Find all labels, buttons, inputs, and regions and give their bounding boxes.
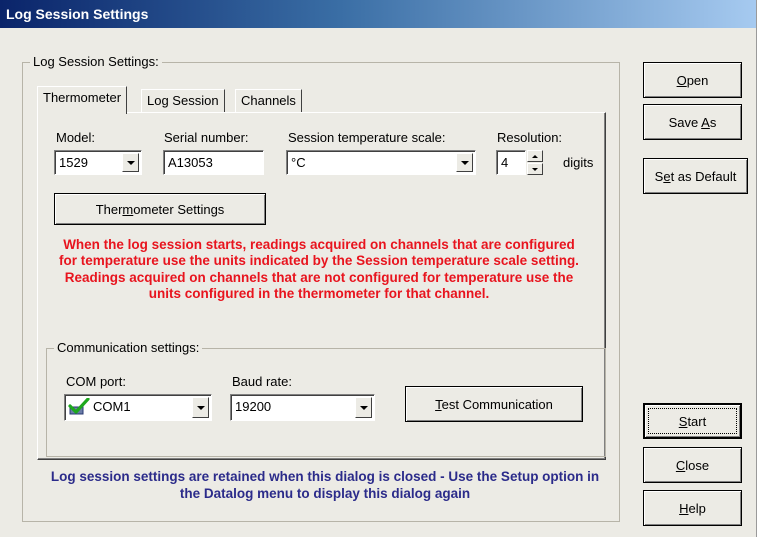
baud-rate-select[interactable]: 19200 bbox=[230, 394, 375, 421]
close-button[interactable]: Close bbox=[643, 447, 742, 483]
green-checkmark-icon bbox=[68, 398, 90, 415]
button-label: Test Communication bbox=[435, 396, 553, 412]
tab-label: Log Session bbox=[147, 93, 219, 108]
model-value: 1529 bbox=[59, 155, 88, 170]
digits-label: digits bbox=[563, 155, 594, 170]
tab-label: Channels bbox=[241, 93, 296, 108]
model-label: Model: bbox=[56, 130, 96, 145]
temperature-scale-label: Session temperature scale: bbox=[288, 130, 446, 145]
set-as-default-button[interactable]: Set as Default bbox=[643, 158, 748, 194]
temperature-scale-value: °C bbox=[291, 155, 306, 170]
tab-log-session[interactable]: Log Session bbox=[141, 89, 225, 113]
save-as-button[interactable]: Save As bbox=[643, 104, 742, 140]
settings-retained-info: Log session settings are retained when t… bbox=[50, 469, 600, 501]
serial-number-value: A13053 bbox=[168, 155, 213, 170]
window-title: Log Session Settings bbox=[6, 6, 149, 22]
thermometer-settings-button[interactable]: Thermometer Settings bbox=[54, 193, 266, 225]
communication-settings-label: Communication settings: bbox=[54, 340, 203, 356]
test-communication-button[interactable]: Test Communication bbox=[405, 386, 583, 422]
model-select[interactable]: 1529 bbox=[54, 150, 142, 175]
group-label: Log Session Settings: bbox=[30, 54, 162, 70]
serial-number-label: Serial number: bbox=[164, 130, 249, 145]
dialog-window: Log Session Settings Log Session Setting… bbox=[0, 0, 757, 537]
title-bar[interactable]: Log Session Settings bbox=[0, 0, 756, 28]
chevron-down-icon[interactable] bbox=[122, 153, 139, 172]
start-button[interactable]: Start bbox=[643, 403, 742, 439]
chevron-down-icon[interactable] bbox=[456, 153, 473, 172]
tab-thermometer[interactable]: Thermometer bbox=[37, 86, 128, 114]
com-port-select[interactable]: COM1 bbox=[64, 394, 212, 421]
button-label: Save As bbox=[668, 114, 717, 130]
resolution-spinner[interactable] bbox=[527, 150, 543, 175]
resolution-input[interactable]: 4 bbox=[496, 150, 526, 175]
temperature-scale-select[interactable]: °C bbox=[286, 150, 476, 175]
tab-label: Thermometer bbox=[43, 90, 122, 105]
spin-up-arrow-icon[interactable] bbox=[527, 150, 543, 162]
button-label: Open bbox=[676, 72, 709, 88]
focus-ring bbox=[648, 408, 737, 434]
button-label: Close bbox=[675, 457, 710, 473]
temperature-units-warning: When the log session starts, readings ac… bbox=[59, 237, 579, 301]
chevron-down-icon[interactable] bbox=[192, 397, 209, 418]
baud-rate-value: 19200 bbox=[235, 399, 272, 414]
button-label: Help bbox=[679, 500, 706, 516]
spin-down-arrow-icon[interactable] bbox=[527, 163, 543, 175]
resolution-value: 4 bbox=[501, 155, 509, 170]
open-button[interactable]: Open bbox=[643, 62, 742, 98]
resolution-label: Resolution: bbox=[497, 130, 563, 145]
help-button[interactable]: Help bbox=[643, 490, 742, 526]
com-port-label: COM port: bbox=[66, 374, 126, 389]
baud-rate-label: Baud rate: bbox=[232, 374, 292, 389]
chevron-down-icon[interactable] bbox=[355, 397, 372, 418]
com-port-value: COM1 bbox=[93, 399, 131, 414]
serial-number-input[interactable]: A13053 bbox=[163, 150, 264, 175]
tab-channels[interactable]: Channels bbox=[235, 89, 302, 113]
button-label: Set as Default bbox=[654, 168, 737, 184]
button-label: Thermometer Settings bbox=[95, 201, 225, 217]
